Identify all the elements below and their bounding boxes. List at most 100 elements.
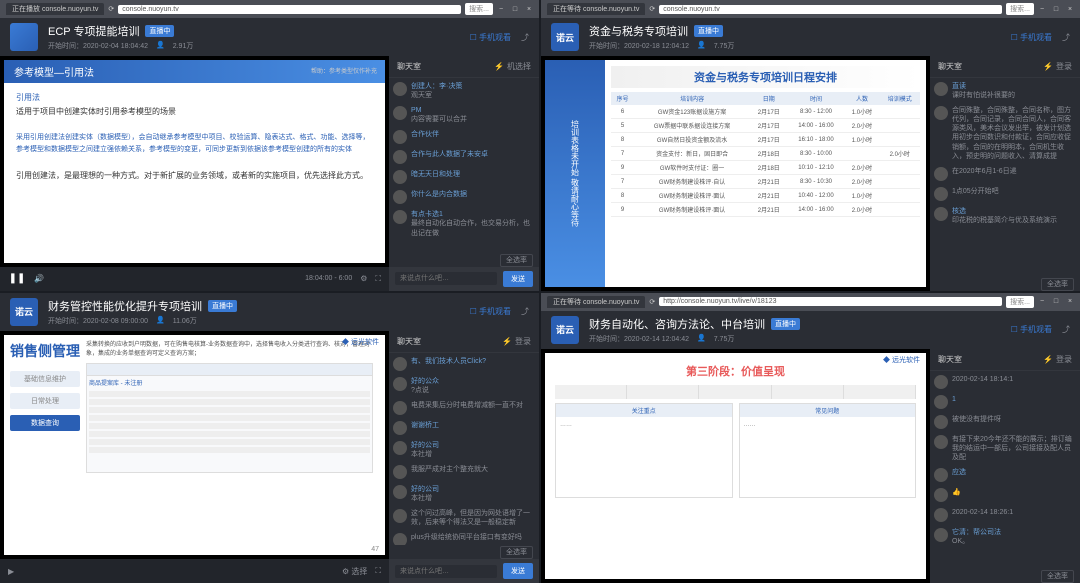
refresh-icon[interactable]: ⟳: [108, 5, 114, 13]
slide-p3: 采用引用创建法创建实体（数据模型），会自动继承参考模型中项目、校验运算、隐表达式…: [16, 132, 373, 156]
msg-text: 1点05分开始吧: [952, 188, 999, 195]
close-icon[interactable]: ×: [1066, 298, 1074, 306]
url-box[interactable]: console.nuoyun.tv: [659, 5, 1002, 14]
minimize-icon[interactable]: −: [1038, 298, 1046, 306]
avatar: [393, 401, 407, 415]
chat-tab-label[interactable]: 聊天室: [938, 354, 962, 365]
avatar: [934, 415, 948, 429]
start-time: 开始时间：2020-02-04 18:04:42: [48, 41, 148, 51]
chat-tab-label[interactable]: 聊天室: [397, 336, 421, 347]
msg-text: 内容需要可以合并: [411, 116, 467, 123]
browser-tab[interactable]: 正在等待 console.nuoyun.tv: [547, 296, 645, 308]
table-header: 日期: [750, 92, 788, 105]
avatar: [934, 528, 948, 542]
avatar: [934, 395, 948, 409]
chat-tab-label[interactable]: 聊天室: [938, 61, 962, 72]
close-icon[interactable]: ×: [525, 5, 533, 13]
volume-icon[interactable]: 🔊: [34, 274, 44, 283]
chat-message: 这个问过高峰，但是因为网处语增了一效，后来等个得法又是一般稳定新: [393, 509, 535, 527]
select-all-button[interactable]: 全选率: [500, 254, 533, 267]
stream-title: 财务自动化、咨询方法论、中台培训: [589, 316, 765, 332]
search-box[interactable]: 搜索...: [1006, 296, 1034, 308]
sales-desc: 采集转换的应收到户明数据，可在购售电核算-业务数据查询中，选择售电收入分类进行查…: [86, 341, 373, 359]
pause-button[interactable]: ❚❚: [8, 270, 26, 288]
phone-watch-link[interactable]: ☐ 手机观看: [470, 306, 511, 317]
stream-header: 诺云 资金与税务专项培训直播中 开始时间：2020-02-18 12:04:12…: [541, 18, 1080, 56]
phone-watch-link[interactable]: ☐ 手机观看: [470, 32, 511, 43]
msg-text: 课时有怕说补很要的: [952, 92, 1015, 99]
avatar: [934, 82, 948, 96]
chat-input[interactable]: [395, 272, 497, 285]
share-icon[interactable]: ⤴: [521, 306, 529, 317]
video-area: ◆ 远光软件 销售侧管理 基础信息维护 日常处理 数据查询 采集转换的应收到户明…: [0, 331, 389, 583]
fullscreen-icon[interactable]: ⛶: [375, 566, 381, 576]
chat-input[interactable]: [395, 565, 497, 578]
maximize-icon[interactable]: □: [511, 5, 519, 13]
search-box[interactable]: 搜索...: [465, 3, 493, 15]
browser-tab[interactable]: 正在播放 console.nuoyun.tv: [6, 3, 104, 15]
viewers-icon: 👤: [156, 316, 165, 326]
url-box[interactable]: console.nuoyun.tv: [118, 5, 461, 14]
chat-login[interactable]: ⚡机选择: [494, 61, 531, 72]
refresh-icon[interactable]: ⟳: [649, 298, 655, 306]
chat-message: 好的公司本社增: [393, 441, 535, 459]
table-row: 7资金支付：新日，固日即合2月18日8:30 - 10:002.0小时: [611, 147, 920, 161]
stream-header: 诺云 财务管控性能优化提升专项培训直播中 开始时间：2020-02-08 09:…: [0, 293, 539, 331]
settings-icon[interactable]: ⚙: [360, 274, 367, 283]
msg-text: 有接下来20今年还不能的展示；排订编我的结运中一部后，公司接接及配人员及配: [952, 436, 1072, 461]
slide-p4: 引用创建法，是最理想的一种方式。对于新扩展的业务领域，或者新的实施项目，优先选择…: [16, 169, 373, 183]
msg-text: 在2020年6月1-6日递: [952, 168, 1017, 175]
refresh-icon[interactable]: ⟳: [649, 5, 655, 13]
share-icon[interactable]: ⤴: [1062, 324, 1070, 335]
select-all-button[interactable]: 全选率: [500, 546, 533, 559]
slide: ◆ 远光软件 第三阶段：价值呈现 关注重点…… 常见问题……: [545, 353, 926, 580]
close-icon[interactable]: ×: [1066, 5, 1074, 13]
chat-messages: 有、我们技术人员Click?好的公众?点说电费采集后分时电费增减额一直不对谢谢桥…: [389, 353, 539, 546]
url-box[interactable]: http://console.nuoyun.tv/live/v/18123: [659, 297, 1002, 306]
msg-name: 它清：帮公司法: [952, 528, 1076, 537]
share-icon[interactable]: ⤴: [521, 32, 529, 43]
select-all-button[interactable]: 全选率: [1041, 570, 1074, 583]
chat-login[interactable]: ⚡登录: [1043, 61, 1072, 72]
share-icon[interactable]: ⤴: [1062, 32, 1070, 43]
browser-tab[interactable]: 正在等待 console.nuoyun.tv: [547, 3, 645, 15]
chat-message: 合同殊整，合同殊整，合同名称，图方代列，合同记录，合同合同人，合同客源类风，美术…: [934, 106, 1076, 161]
avatar: [934, 187, 948, 201]
play-icon[interactable]: ▶: [8, 567, 14, 576]
chat-tab-label[interactable]: 聊天室: [397, 61, 421, 72]
select-all-button[interactable]: 全选率: [1041, 278, 1074, 291]
phone-watch-link[interactable]: ☐ 手机观看: [1011, 324, 1052, 335]
minimize-icon[interactable]: −: [1038, 5, 1046, 13]
search-box[interactable]: 搜索...: [1006, 3, 1034, 15]
chat-login[interactable]: ⚡登录: [502, 336, 531, 347]
chat-message: 有、我们技术人员Click?: [393, 357, 535, 371]
table-row: 8GW自然日投资金额及流水2月17日16:10 - 18:001.0小时: [611, 133, 920, 147]
send-button[interactable]: 发送: [503, 563, 533, 579]
avatar: [934, 508, 948, 522]
table-header: 人数: [844, 92, 879, 105]
fullscreen-icon[interactable]: ⛶: [375, 274, 381, 284]
minimize-icon[interactable]: −: [497, 5, 505, 13]
msg-name: 1: [952, 395, 1076, 404]
msg-text: 观天室: [411, 92, 432, 99]
sales-title: 销售侧管理: [10, 341, 80, 361]
chat-message: 应选: [934, 468, 1076, 482]
msg-text: 最终自动化自动合作，也交易分析，也出记在做: [411, 220, 530, 236]
phone-watch-link[interactable]: ☐ 手机观看: [1011, 32, 1052, 43]
avatar: [934, 468, 948, 482]
chat-message: 在2020年6月1-6日递: [934, 167, 1076, 181]
chat-panel: 聊天室⚡登录 2020-02-14 18:14:11被使没有提件呀有接下来20今…: [930, 349, 1080, 583]
settings-icon[interactable]: ⚙ 选择: [342, 566, 367, 577]
phase-col-focus: 关注重点……: [555, 403, 733, 498]
chat-login[interactable]: ⚡登录: [1043, 354, 1072, 365]
table-row: 8GW财务制建设株评·面认2月21日10:40 - 12:001.0小时: [611, 189, 920, 203]
msg-name: 谢谢桥工: [411, 421, 535, 430]
avatar: [393, 130, 407, 144]
chat-messages: 直读课时有怕说补很要的合同殊整，合同殊整，合同名称，图方代列，合同记录，合同合同…: [930, 78, 1080, 277]
send-button[interactable]: 发送: [503, 271, 533, 287]
avatar: [393, 533, 407, 545]
logo-icon: 诺云: [551, 23, 579, 51]
maximize-icon[interactable]: □: [1052, 298, 1060, 306]
msg-name: 有点卡选1: [411, 210, 535, 219]
maximize-icon[interactable]: □: [1052, 5, 1060, 13]
